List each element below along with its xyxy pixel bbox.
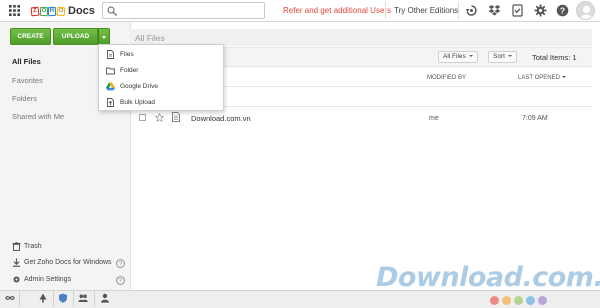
bulk-upload-icon: [107, 97, 114, 107]
trash-icon: [12, 242, 21, 251]
filter-dropdown-label: All Files: [443, 53, 466, 60]
file-icon: [107, 49, 114, 59]
sidebar-footer-label: Admin Settings: [24, 276, 72, 283]
checklist-icon[interactable]: [511, 4, 524, 17]
file-last-opened: 7:09 AM: [522, 115, 548, 122]
document-icon: [172, 112, 180, 122]
menu-item-label: Folder: [120, 66, 139, 74]
column-header-modified-by[interactable]: MODIFIED BY: [427, 75, 466, 81]
sidebar-item-shared-with-me[interactable]: Shared with Me: [12, 112, 64, 121]
google-drive-icon: [106, 82, 115, 90]
upload-dropdown-toggle[interactable]: [98, 28, 110, 45]
logo-letter: O: [56, 6, 65, 16]
sidebar-admin-settings-link[interactable]: Admin Settings: [12, 275, 71, 284]
dropbox-icon[interactable]: [488, 4, 501, 17]
sidebar-item-all-files[interactable]: All Files: [12, 57, 41, 66]
topbar-divider: [458, 2, 459, 19]
sidebar-get-desktop-link[interactable]: Get Zoho Docs for Windows: [12, 258, 112, 267]
star-icon[interactable]: [155, 113, 164, 122]
page-title: All Files: [135, 33, 165, 43]
folder-icon: [106, 67, 115, 74]
column-header-label: LAST OPENED: [518, 75, 560, 81]
download-icon: [13, 258, 20, 267]
upload-button[interactable]: UPLOAD: [53, 28, 98, 45]
menu-item-folder[interactable]: Folder: [99, 62, 223, 78]
sidebar-trash-link[interactable]: Trash: [12, 242, 42, 251]
bottom-divider: [73, 291, 74, 307]
help-icon[interactable]: ?: [116, 276, 125, 285]
bottom-divider: [19, 291, 20, 307]
column-header-label: MODIFIED BY: [427, 75, 467, 81]
logo-letter: H: [47, 6, 57, 16]
sidebar-item-folders[interactable]: Folders: [12, 94, 37, 103]
search-icon[interactable]: [107, 6, 117, 16]
file-name[interactable]: Download.com.vn: [191, 114, 251, 123]
gear-icon: [13, 276, 20, 283]
refer-users-link[interactable]: Refer and get additional Users: [283, 6, 391, 15]
menu-item-google-drive[interactable]: Google Drive: [99, 78, 223, 94]
column-header-last-opened[interactable]: LAST OPENED: [518, 75, 566, 81]
zoho-docs-logo[interactable]: Z O H O Docs: [30, 3, 95, 19]
create-button[interactable]: CREATE: [10, 28, 51, 45]
menu-item-files[interactable]: Files: [99, 46, 223, 62]
apps-grid-icon[interactable]: [9, 5, 20, 16]
sidebar-item-favorites[interactable]: Favorites: [12, 76, 43, 85]
avatar[interactable]: [576, 1, 595, 20]
sidebar-footer-label: Trash: [24, 243, 42, 250]
logo-product-name: Docs: [68, 5, 95, 17]
menu-item-label: Files: [120, 50, 134, 58]
sort-down-icon: [561, 76, 566, 79]
sort-dropdown-label: Sort: [493, 53, 505, 60]
total-items-count: Total Items: 1: [532, 53, 577, 62]
search-box[interactable]: [102, 2, 265, 19]
try-other-editions-link[interactable]: Try Other Editions: [394, 6, 458, 15]
infinity-icon[interactable]: [5, 293, 15, 303]
person-icon[interactable]: [100, 293, 110, 303]
menu-item-bulk-upload[interactable]: Bulk Upload: [99, 94, 223, 110]
file-select-checkbox[interactable]: [139, 114, 146, 121]
menu-item-label: Bulk Upload: [120, 98, 156, 106]
chevron-down-icon: [468, 55, 473, 58]
logo-letter: Z: [30, 6, 40, 16]
shield-icon[interactable]: [58, 293, 68, 303]
filter-dropdown[interactable]: All Files: [438, 51, 478, 63]
chevron-down-icon: [507, 55, 512, 58]
search-input[interactable]: [120, 4, 260, 17]
tree-icon[interactable]: [38, 293, 48, 303]
help-icon[interactable]: ?: [116, 259, 125, 268]
gear-icon[interactable]: [534, 4, 547, 17]
sort-dropdown[interactable]: Sort: [488, 51, 517, 63]
file-modified-by: me: [429, 115, 439, 122]
upload-dropdown-menu: Files Folder Google Drive Bulk Upload: [98, 44, 224, 111]
svg-text:?: ?: [560, 6, 565, 16]
bottom-bar: [0, 290, 600, 308]
people-icon[interactable]: [78, 293, 88, 303]
bottom-divider: [53, 291, 54, 307]
menu-item-label: Google Drive: [120, 82, 158, 90]
logo-letter: O: [39, 6, 48, 16]
topbar-divider: [385, 2, 386, 19]
sync-icon[interactable]: [465, 4, 478, 17]
bottom-divider: [94, 291, 95, 307]
help-icon[interactable]: ?: [556, 4, 569, 17]
sidebar-footer-label: Get Zoho Docs for Windows: [24, 259, 112, 266]
